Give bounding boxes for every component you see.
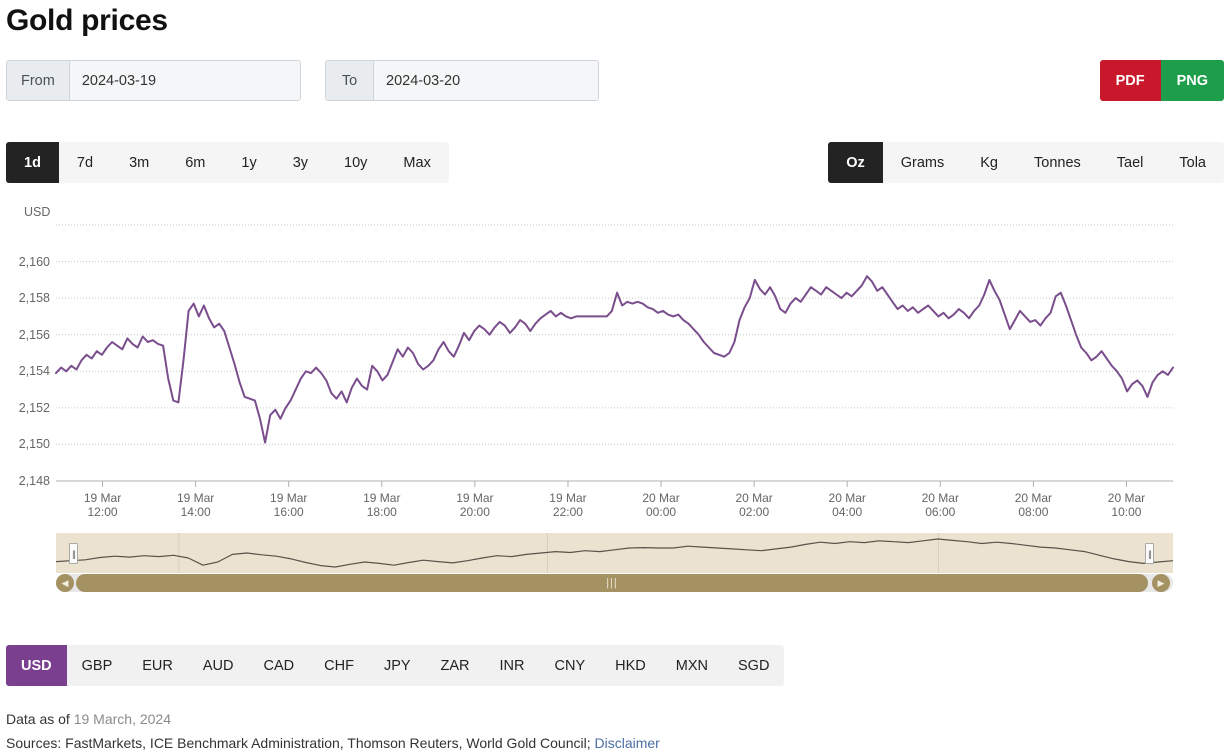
range-tab-7d[interactable]: 7d — [59, 142, 111, 183]
price-line — [56, 276, 1173, 442]
range-tab-3y[interactable]: 3y — [275, 142, 326, 183]
unit-tab-group: OzGramsKgTonnesTaelTola — [828, 142, 1224, 183]
currency-tab-cny[interactable]: CNY — [540, 645, 601, 686]
data-as-of-label: Data as of — [6, 711, 70, 727]
range-tab-1d[interactable]: 1d — [6, 142, 59, 183]
navigator-handle-left[interactable]: || — [69, 543, 78, 564]
x-axis-tick-label: 20 Mar 04:00 — [829, 491, 866, 519]
navigator-line — [56, 539, 1173, 567]
y-axis-tick-label: 2,152 — [0, 401, 50, 415]
from-date-input[interactable] — [70, 61, 300, 100]
currency-tab-cad[interactable]: CAD — [249, 645, 310, 686]
currency-tab-aud[interactable]: AUD — [188, 645, 249, 686]
disclaimer-link[interactable]: Disclaimer — [595, 735, 660, 751]
currency-tab-inr[interactable]: INR — [485, 645, 540, 686]
currency-tab-gbp[interactable]: GBP — [67, 645, 128, 686]
to-date-input[interactable] — [374, 61, 598, 100]
currency-tab-mxn[interactable]: MXN — [661, 645, 723, 686]
y-axis-tick-label: 2,158 — [0, 291, 50, 305]
page-title: Gold prices — [6, 2, 168, 40]
currency-tab-jpy[interactable]: JPY — [369, 645, 426, 686]
navigator-handle-right[interactable]: || — [1145, 543, 1154, 564]
currency-tab-zar[interactable]: ZAR — [426, 645, 485, 686]
range-tab-group: 1d7d3m6m1y3y10yMax — [6, 142, 449, 183]
x-axis-tick-label: 19 Mar 20:00 — [456, 491, 493, 519]
y-axis-tick-label: 2,160 — [0, 255, 50, 269]
currency-tab-sgd[interactable]: SGD — [723, 645, 784, 686]
scroll-grip-icon: ||| — [606, 578, 618, 589]
x-axis-tick-label: 20 Mar 06:00 — [922, 491, 959, 519]
x-axis-tick-label: 20 Mar 00:00 — [642, 491, 679, 519]
x-axis-tick-label: 19 Mar 12:00 — [84, 491, 121, 519]
x-axis-tick-label: 19 Mar 16:00 — [270, 491, 307, 519]
y-axis-tick-label: 2,156 — [0, 328, 50, 342]
y-axis-tick-label: 2,154 — [0, 364, 50, 378]
x-axis-tick-label: 19 Mar 22:00 — [549, 491, 586, 519]
x-axis-tick-label: 20 Mar 02:00 — [735, 491, 772, 519]
gold-prices-page: Gold prices From To PDF PNG 1d7d3m6m1y3y… — [0, 0, 1230, 754]
unit-tab-tola[interactable]: Tola — [1161, 142, 1224, 183]
to-label: To — [326, 61, 374, 100]
range-tab-6m[interactable]: 6m — [167, 142, 223, 183]
navigator-svg — [56, 533, 1173, 573]
unit-tab-oz[interactable]: Oz — [828, 142, 883, 183]
navigator-panel[interactable] — [56, 533, 1173, 573]
currency-tab-eur[interactable]: EUR — [127, 645, 188, 686]
sources-line: Sources: FastMarkets, ICE Benchmark Admi… — [6, 735, 660, 751]
y-axis-tick-label: 2,150 — [0, 437, 50, 451]
data-as-of-value: 19 March, 2024 — [74, 711, 171, 727]
x-axis-tick-label: 20 Mar 10:00 — [1108, 491, 1145, 519]
range-tab-max[interactable]: Max — [385, 142, 448, 183]
unit-tab-kg[interactable]: Kg — [962, 142, 1016, 183]
currency-tab-group: USDGBPEURAUDCADCHFJPYZARINRCNYHKDMXNSGD — [6, 645, 784, 686]
x-axis-tick-label: 20 Mar 08:00 — [1015, 491, 1052, 519]
navigator-scroll-bar[interactable]: ||| — [76, 574, 1148, 592]
from-label: From — [7, 61, 70, 100]
x-axis-tick-label: 19 Mar 14:00 — [177, 491, 214, 519]
x-axis-tick-label: 19 Mar 18:00 — [363, 491, 400, 519]
unit-tab-tonnes[interactable]: Tonnes — [1016, 142, 1099, 183]
currency-tab-chf[interactable]: CHF — [309, 645, 369, 686]
data-as-of-line: Data as of 19 March, 2024 — [6, 711, 171, 727]
export-button-group: PDF PNG — [1100, 60, 1224, 101]
navigator-scroll-right-arrow-icon[interactable]: ▶ — [1152, 574, 1170, 592]
sources-text: Sources: FastMarkets, ICE Benchmark Admi… — [6, 735, 591, 751]
currency-tab-hkd[interactable]: HKD — [600, 645, 661, 686]
range-tab-1y[interactable]: 1y — [223, 142, 274, 183]
y-axis-tick-label: 2,148 — [0, 474, 50, 488]
range-tab-3m[interactable]: 3m — [111, 142, 167, 183]
pdf-export-button[interactable]: PDF — [1100, 60, 1161, 101]
unit-tab-grams[interactable]: Grams — [883, 142, 963, 183]
range-tab-10y[interactable]: 10y — [326, 142, 385, 183]
from-date-group: From — [6, 60, 301, 101]
navigator-scroll-left-arrow-icon[interactable]: ◀ — [56, 574, 74, 592]
unit-tab-tael[interactable]: Tael — [1099, 142, 1162, 183]
to-date-group: To — [325, 60, 599, 101]
png-export-button[interactable]: PNG — [1161, 60, 1224, 101]
currency-tab-usd[interactable]: USD — [6, 645, 67, 686]
